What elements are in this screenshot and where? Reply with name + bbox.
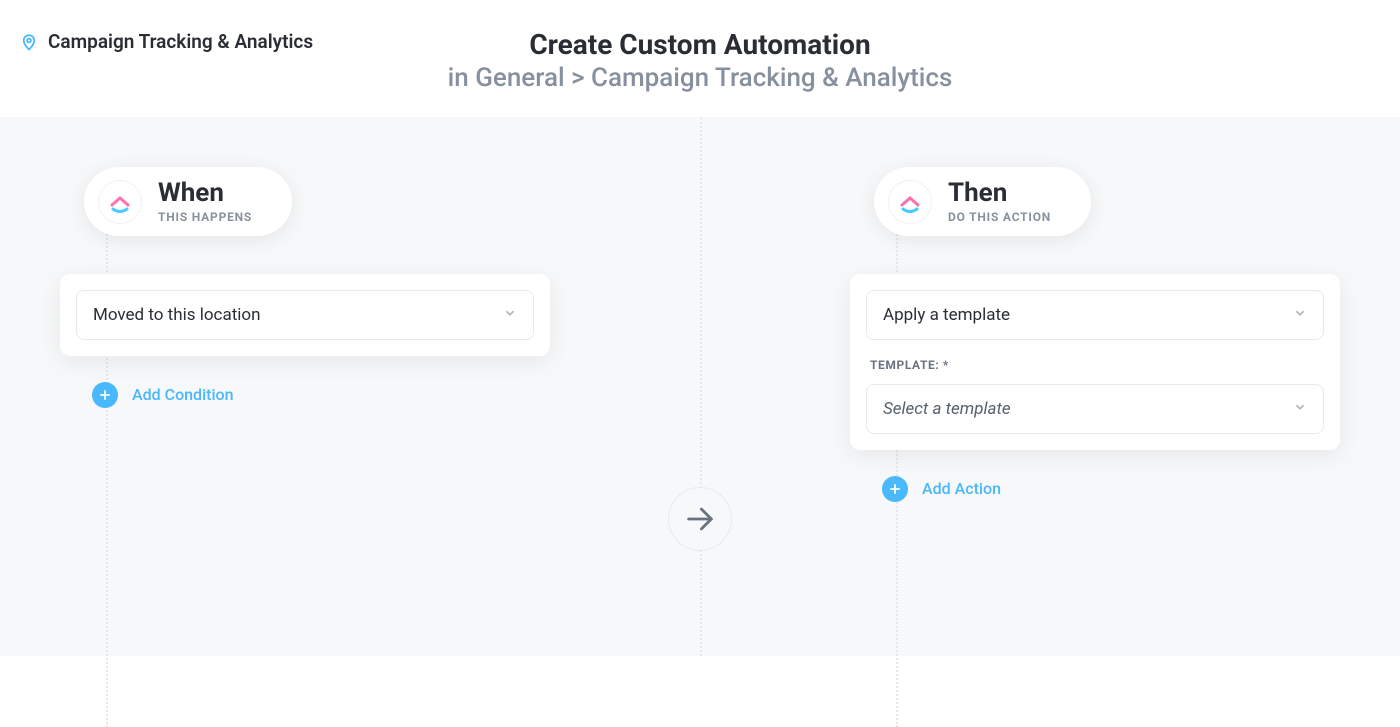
clickup-logo-icon: [98, 180, 142, 224]
template-select[interactable]: Select a template: [866, 384, 1324, 434]
add-condition-label: Add Condition: [132, 385, 234, 404]
flow-arrow: [668, 487, 732, 551]
action-select-value: Apply a template: [883, 305, 1010, 325]
arrow-right-icon: [683, 502, 717, 536]
add-action-button[interactable]: Add Action: [882, 476, 1340, 502]
plus-circle-icon: [92, 382, 118, 408]
plus-circle-icon: [882, 476, 908, 502]
when-title: When: [158, 179, 252, 208]
trigger-select[interactable]: Moved to this location: [76, 290, 534, 340]
clickup-logo-icon: [888, 180, 932, 224]
chevron-down-icon: [1293, 305, 1307, 325]
then-title: Then: [948, 179, 1051, 208]
template-select-placeholder: Select a template: [883, 399, 1011, 419]
then-header-pill: Then DO THIS ACTION: [874, 167, 1091, 236]
chevron-down-icon: [503, 305, 517, 325]
when-column: When THIS HAPPENS Moved to this location…: [60, 167, 550, 502]
automation-canvas: When THIS HAPPENS Moved to this location…: [0, 117, 1400, 656]
trigger-card: Moved to this location: [60, 274, 550, 356]
location-pin-icon: [20, 33, 38, 51]
action-card: Apply a template TEMPLATE: * Select a te…: [850, 274, 1340, 450]
trigger-select-value: Moved to this location: [93, 305, 260, 325]
when-subtitle: THIS HAPPENS: [158, 210, 252, 224]
breadcrumb-location: Campaign Tracking & Analytics: [48, 30, 313, 53]
action-select[interactable]: Apply a template: [866, 290, 1324, 340]
add-condition-button[interactable]: Add Condition: [92, 382, 550, 408]
when-header-pill: When THIS HAPPENS: [84, 167, 292, 236]
template-field-label: TEMPLATE: *: [870, 358, 1324, 372]
then-subtitle: DO THIS ACTION: [948, 210, 1051, 224]
chevron-down-icon: [1293, 399, 1307, 419]
page-subtitle: in General > Campaign Tracking & Analyti…: [20, 62, 1380, 96]
add-action-label: Add Action: [922, 479, 1001, 498]
breadcrumb[interactable]: Campaign Tracking & Analytics: [20, 30, 313, 53]
page-header: Campaign Tracking & Analytics Create Cus…: [0, 0, 1400, 117]
then-column: Then DO THIS ACTION Apply a template TEM…: [850, 167, 1340, 502]
